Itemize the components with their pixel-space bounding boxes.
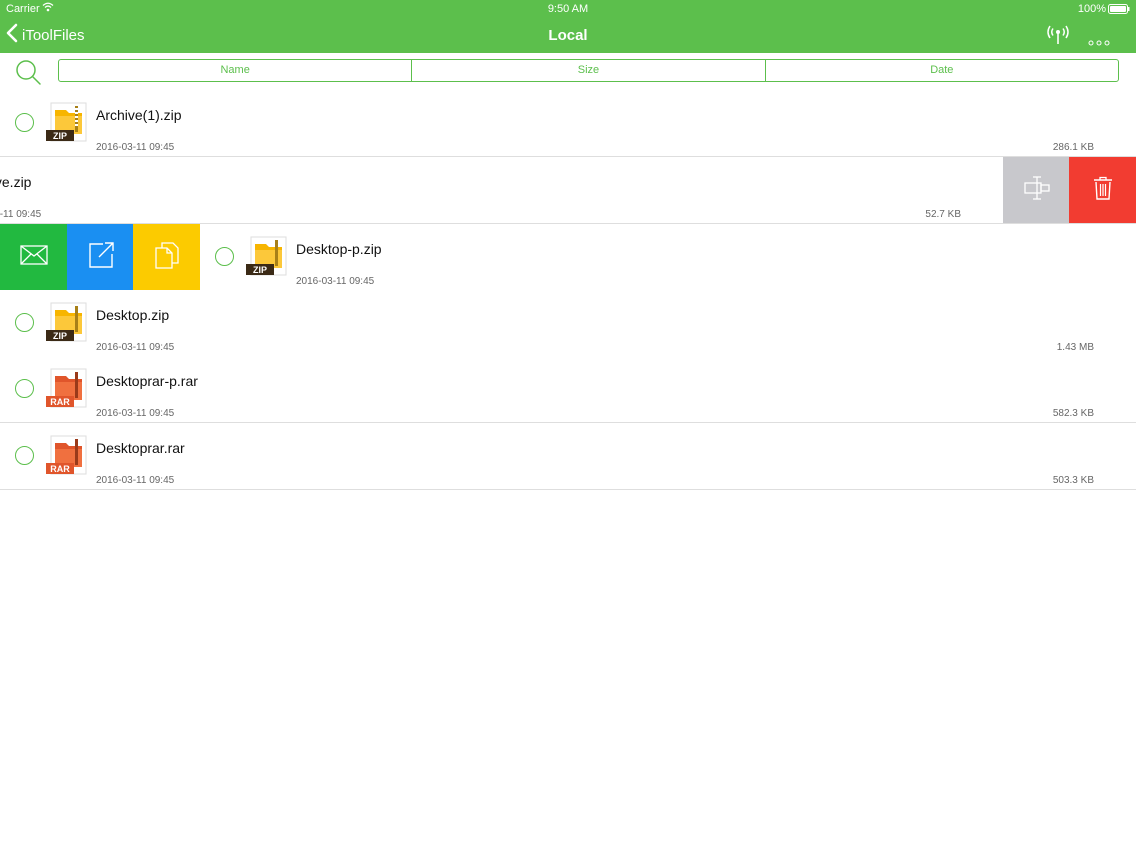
move-icon (1023, 175, 1051, 206)
file-row[interactable]: ZIP Archive(1).zip 2016-03-11 09:45 286.… (0, 90, 1136, 157)
svg-text:RAR: RAR (50, 397, 70, 407)
trash-icon (1093, 176, 1113, 205)
select-radio[interactable] (15, 446, 34, 465)
select-radio[interactable] (15, 113, 34, 132)
file-size: 582.3 KB (1052, 408, 1094, 419)
file-name: Desktoprar.rar (96, 440, 185, 456)
zip-file-icon: ZIP (46, 302, 88, 342)
rar-file-icon: RAR (46, 435, 88, 475)
sort-bar: Name Size Date (0, 53, 1136, 91)
file-date: 2016-03-11 09:45 (96, 408, 175, 419)
back-button-label: iToolFiles (22, 26, 85, 44)
zip-file-icon: ZIP (46, 102, 88, 142)
file-name: Desktop.zip (96, 307, 170, 323)
zip-file-icon: ZIP (246, 236, 288, 276)
file-row-swiped[interactable]: ZIP Desktop-p.zip 2016-03-11 09:45 (0, 224, 1136, 291)
file-row-swiped[interactable]: ZIP Archive.zip 2016-03-11 09:45 52.7 KB (0, 157, 1136, 224)
select-radio[interactable] (15, 313, 34, 332)
delete-button[interactable] (1069, 157, 1136, 223)
file-size: 52.7 KB (925, 209, 961, 220)
sort-segmented-control: Name Size Date (58, 59, 1119, 82)
file-row[interactable]: ZIP Desktop.zip 2016-03-11 09:45 1.43 MB (0, 290, 1136, 357)
file-date: 2016-03-11 09:45 (96, 142, 175, 153)
svg-text:ZIP: ZIP (53, 331, 67, 341)
mail-icon (19, 244, 48, 270)
file-name: Archive.zip (0, 174, 32, 190)
file-size: 286.1 KB (1052, 142, 1094, 153)
move-button[interactable] (1003, 157, 1070, 223)
rar-file-icon: RAR (46, 368, 88, 408)
file-row[interactable]: RAR Desktoprar.rar 2016-03-11 09:45 503.… (0, 423, 1136, 490)
wireless-icon[interactable] (1045, 23, 1071, 50)
select-radio[interactable] (15, 379, 34, 398)
file-size: 503.3 KB (1052, 475, 1094, 486)
battery-percent: 100% (1077, 3, 1106, 15)
file-name: Desktoprar-p.rar (96, 373, 198, 389)
file-date: 2016-03-11 09:45 (96, 475, 175, 486)
sort-by-date[interactable]: Date (766, 60, 1118, 81)
battery-icon (1108, 4, 1130, 17)
search-icon[interactable] (14, 59, 42, 92)
file-date: 2016-03-11 09:45 (296, 276, 375, 287)
page-title: Local (548, 27, 588, 44)
back-button[interactable]: iToolFiles (6, 23, 85, 47)
file-name: Desktop-p.zip (296, 241, 382, 257)
file-size: 1.43 MB (1056, 342, 1094, 353)
file-date: 2016-03-11 09:45 (96, 342, 175, 353)
mail-button[interactable] (0, 224, 67, 290)
more-icon[interactable] (1088, 33, 1110, 51)
status-time: 9:50 AM (547, 3, 589, 15)
share-button[interactable] (67, 224, 134, 290)
svg-text:ZIP: ZIP (253, 265, 267, 275)
share-icon (87, 241, 115, 274)
select-radio[interactable] (215, 247, 234, 266)
file-row[interactable]: RAR Desktoprar-p.rar 2016-03-11 09:45 58… (0, 356, 1136, 423)
svg-text:ZIP: ZIP (53, 131, 67, 141)
copy-button[interactable] (133, 224, 200, 290)
navigation-bar: Carrier 9:50 AM 100% iToolFiles Local (0, 0, 1136, 53)
copy-icon (154, 241, 180, 274)
sort-by-name[interactable]: Name (59, 60, 413, 81)
file-date: 2016-03-11 09:45 (0, 209, 42, 220)
chevron-left-icon (6, 23, 18, 48)
file-name: Archive(1).zip (96, 107, 182, 123)
sort-by-size[interactable]: Size (412, 60, 766, 81)
status-bar: Carrier 9:50 AM 100% (0, 0, 1136, 17)
svg-text:RAR: RAR (50, 464, 70, 474)
